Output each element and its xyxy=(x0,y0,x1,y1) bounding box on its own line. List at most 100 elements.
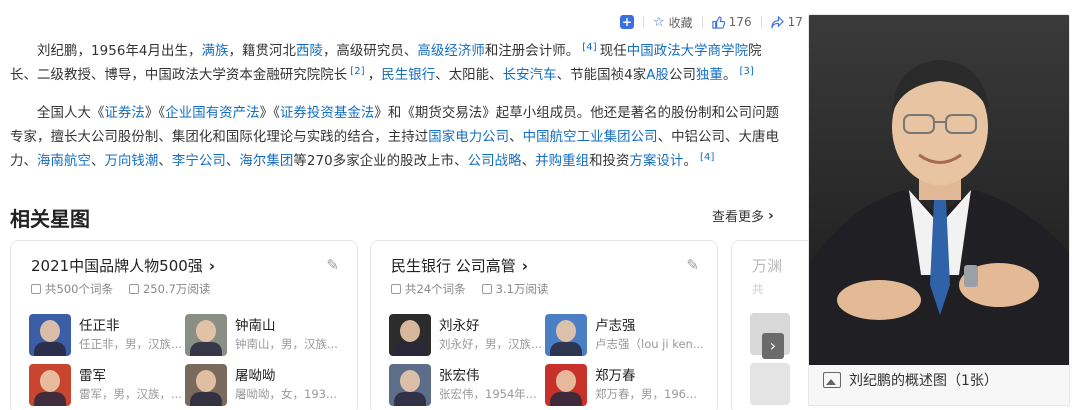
body-text: 等270多家企业的股改上市、 xyxy=(293,154,468,169)
person-desc: 郑万春，男，196... xyxy=(595,387,697,401)
body-text: 现任 xyxy=(599,44,627,59)
body-text: 全国人大《 xyxy=(37,106,105,121)
inline-link[interactable]: 李宁公司 xyxy=(172,154,226,169)
chevron-right-icon: › xyxy=(521,256,528,275)
inline-link[interactable]: 公司战略 xyxy=(468,154,522,169)
inline-link[interactable]: 长安汽车 xyxy=(503,68,557,83)
entry-count: 共500个词条 xyxy=(45,282,113,296)
collect-label: 收藏 xyxy=(668,15,693,30)
divider xyxy=(643,16,644,28)
divider xyxy=(760,16,762,28)
person-item[interactable]: 屠呦呦 屠呦呦，女，193... xyxy=(185,363,345,407)
inline-link[interactable]: 西陵 xyxy=(296,44,323,59)
inline-link[interactable]: 并购重组 xyxy=(535,154,589,169)
avatar xyxy=(29,364,71,406)
card-title-text: 万渊 xyxy=(752,257,783,275)
intro-paragraph-2: 全国人大《证券法》《企业国有资产法》《证券投资基金法》和《期货交易法》起草小组成… xyxy=(10,102,785,174)
avatar xyxy=(750,363,790,405)
person-item[interactable]: 刘永好 刘永好，男，汉族... xyxy=(389,313,549,357)
avatar xyxy=(545,314,587,356)
related-section-title: 相关星图 xyxy=(10,207,90,231)
avatar xyxy=(389,314,431,356)
inline-link[interactable]: 独董 xyxy=(696,68,723,83)
share-count: 17 xyxy=(787,15,803,29)
article-toolbar: + ☆ 收藏 176 17 xyxy=(620,12,803,32)
person-item[interactable]: 任正非 任正非，男，汉族... xyxy=(29,313,189,357)
person-name: 郑万春 xyxy=(595,368,636,384)
entry-count: 共24个词条 xyxy=(405,282,466,296)
card-meta: 共500个词条 250.7万阅读 xyxy=(31,281,210,297)
inline-link[interactable]: A股 xyxy=(646,68,669,83)
person-desc: 刘永好，男，汉族... xyxy=(439,337,542,351)
collect-button[interactable]: ☆ 收藏 xyxy=(653,14,693,31)
star-map-card[interactable]: 万渊 共 › xyxy=(731,240,811,410)
card-title-text: 2021中国品牌人物500强 xyxy=(31,257,203,275)
inline-link[interactable]: 民生银行 xyxy=(381,68,435,83)
citation-ref[interactable]: [4] xyxy=(582,42,596,53)
person-desc: 张宏伟，1954年... xyxy=(439,387,537,401)
inline-link[interactable]: 万向钱潮 xyxy=(104,154,158,169)
person-item[interactable]: 钟南山 钟南山，男，汉族... xyxy=(185,313,345,357)
star-map-card[interactable]: 民生银行 公司高管 › ✎ 共24个词条 3.1万阅读 刘永好 刘永好，男，汉族.… xyxy=(370,240,718,410)
body-text: 》《 xyxy=(259,106,280,121)
card-title-text: 民生银行 公司高管 xyxy=(391,257,516,275)
inline-link[interactable]: 满族 xyxy=(202,44,229,59)
card-title[interactable]: 2021中国品牌人物500强 › xyxy=(31,255,215,276)
body-text: 、节能国祯4家 xyxy=(556,68,647,83)
person-desc: 钟南山，男，汉族... xyxy=(235,337,338,351)
body-text: ， xyxy=(367,68,382,83)
edit-icon[interactable]: ✎ xyxy=(326,256,339,274)
avatar xyxy=(185,364,227,406)
inline-link[interactable]: 企业国有资产法 xyxy=(165,106,259,121)
avatar xyxy=(185,314,227,356)
entry-count: 共 xyxy=(752,282,764,296)
card-title[interactable]: 民生银行 公司高管 › xyxy=(391,255,528,276)
image-caption[interactable]: 刘纪鹏的概述图（1张） xyxy=(823,370,998,390)
like-button[interactable]: 176 xyxy=(712,15,752,29)
intro-paragraph-1: 刘纪鹏，1956年4月出生，满族，籍贯河北西陵，高级研究员、高级经济师和注册会计… xyxy=(10,40,785,88)
body-text: 、 xyxy=(509,130,523,145)
read-count: 250.7万阅读 xyxy=(142,282,211,296)
edit-icon[interactable]: ✎ xyxy=(686,256,699,274)
reads-icon xyxy=(481,284,492,294)
share-button[interactable]: 17 xyxy=(770,15,803,29)
person-item[interactable]: 雷军 雷军，男，汉族，... xyxy=(29,363,189,407)
inline-link[interactable]: 高级经济师 xyxy=(417,44,484,59)
inline-link[interactable]: 中国航空工业集团公司 xyxy=(523,130,658,145)
next-arrow-icon[interactable]: › xyxy=(762,333,784,359)
portrait-image[interactable] xyxy=(809,15,1070,365)
person-item[interactable]: 郑万春郑万春，男，196... xyxy=(545,363,705,407)
person-name: 雷军 xyxy=(79,368,106,384)
summary-image-panel[interactable]: 刘纪鹏的概述图（1张） xyxy=(808,14,1070,406)
body-text: 、 xyxy=(225,154,240,169)
body-text: 和注册会计师。 xyxy=(484,44,580,59)
add-icon[interactable]: + xyxy=(620,15,634,29)
citation-ref[interactable]: [3] xyxy=(739,66,753,77)
citation-ref[interactable]: [4] xyxy=(700,152,714,163)
body-text: ，高级研究员、 xyxy=(322,44,418,59)
like-count: 176 xyxy=(728,15,752,29)
person-item[interactable]: 卢志强 卢志强（lou ji ken... xyxy=(545,313,705,357)
citation-ref[interactable]: [2] xyxy=(350,66,364,77)
body-text: 刘纪鹏，1956年4月出生， xyxy=(37,44,202,59)
see-more-link[interactable]: 查看更多 › xyxy=(712,206,774,226)
star-icon: ☆ xyxy=(653,14,665,30)
body-text: 、 xyxy=(158,154,172,169)
inline-link[interactable]: 海南航空 xyxy=(37,154,91,169)
inline-link[interactable]: 方案设计 xyxy=(630,154,684,169)
person-item[interactable]: 张宏伟张宏伟，1954年... xyxy=(389,363,549,407)
entry-count-icon xyxy=(31,284,41,294)
inline-link[interactable]: 海尔集团 xyxy=(239,154,293,169)
person-name: 任正非 xyxy=(79,318,120,334)
person-name: 张宏伟 xyxy=(439,368,480,384)
inline-link[interactable]: 中国政法大学商学院 xyxy=(627,44,748,59)
star-map-card[interactable]: 2021中国品牌人物500强 › ✎ 共500个词条 250.7万阅读 任正非任… xyxy=(10,240,358,410)
inline-link[interactable]: 证券投资基金法 xyxy=(280,106,374,121)
entry-count-icon xyxy=(391,284,401,294)
see-more-label: 查看更多 xyxy=(712,210,765,225)
inline-link[interactable]: 证券法 xyxy=(104,106,144,121)
read-count: 3.1万阅读 xyxy=(495,282,549,296)
image-icon xyxy=(823,372,841,388)
inline-link[interactable]: 国家电力公司 xyxy=(428,130,509,145)
body-text: ，籍贯河北 xyxy=(228,44,296,59)
